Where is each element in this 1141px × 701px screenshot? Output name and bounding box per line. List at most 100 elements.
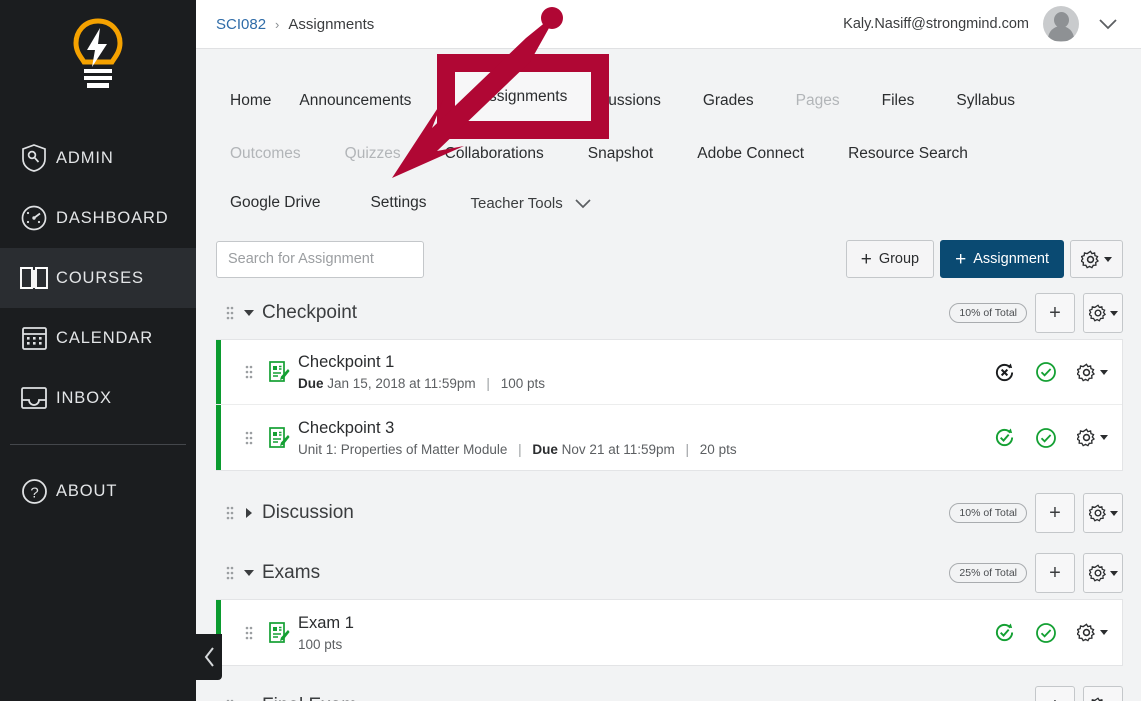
plus-icon: + <box>860 248 872 270</box>
sync-disabled-icon[interactable] <box>994 362 1015 383</box>
gear-icon <box>1088 504 1106 522</box>
tab-grades[interactable]: Grades <box>689 84 768 118</box>
sidebar-collapse-button[interactable] <box>196 634 222 680</box>
assignment-row-actions <box>994 361 1122 383</box>
tab-syllabus[interactable]: Syllabus <box>942 84 1029 118</box>
add-group-label: Group <box>878 251 920 267</box>
sidebar-item-admin[interactable]: ADMIN <box>0 128 196 188</box>
sidebar-item-label: ABOUT <box>56 481 118 500</box>
inbox-icon <box>12 385 56 411</box>
assignments-options-button[interactable] <box>1070 240 1123 278</box>
drag-handle-icon[interactable] <box>222 306 238 320</box>
calendar-icon <box>12 324 56 352</box>
sidebar-item-inbox[interactable]: INBOX <box>0 368 196 428</box>
tab-resource-search[interactable]: Resource Search <box>834 137 982 171</box>
gear-icon <box>1088 564 1106 582</box>
assignment-row[interactable]: Checkpoint 3 Unit 1: Properties of Matte… <box>216 405 1122 470</box>
question-circle-icon: ? <box>12 478 56 505</box>
drag-handle-icon[interactable] <box>222 506 238 520</box>
tab-files[interactable]: Files <box>868 84 929 118</box>
drag-handle-icon[interactable] <box>238 365 260 379</box>
assignment-row[interactable]: Exam 1 100 pts <box>216 600 1122 665</box>
group-header-checkpoint: Checkpoint 10% of Total + <box>216 287 1123 339</box>
tab-home[interactable]: Home <box>216 84 285 118</box>
search-input[interactable] <box>216 240 424 278</box>
assignment-row-actions <box>994 427 1122 449</box>
meta-separator: | <box>685 441 690 457</box>
top-header-bar: SCI082 › Assignments Kaly.Nasiff@strongm… <box>196 0 1141 49</box>
caret-down-icon <box>244 570 254 576</box>
sidebar-item-dashboard[interactable]: DASHBOARD <box>0 188 196 248</box>
assignment-title[interactable]: Checkpoint 3 <box>298 419 737 438</box>
group-options-button[interactable] <box>1083 493 1123 533</box>
group-title: Exams <box>262 562 321 583</box>
group-add-assignment-button[interactable]: + <box>1035 686 1075 701</box>
tab-adobe-connect[interactable]: Adobe Connect <box>683 137 818 171</box>
assignment-row[interactable]: Checkpoint 1 Due Jan 15, 2018 at 11:59pm… <box>216 340 1122 405</box>
group-options-button[interactable] <box>1083 686 1123 701</box>
published-check-icon[interactable] <box>1035 622 1057 644</box>
group-title: Final Exam <box>262 695 357 701</box>
tab-collaborations[interactable]: Collaborations <box>431 137 558 171</box>
sync-enabled-icon[interactable] <box>994 622 1015 643</box>
avatar[interactable] <box>1043 6 1079 42</box>
drag-handle-icon[interactable] <box>238 431 260 445</box>
global-sidebar: ADMIN DASHBOARD COURSES CALENDAR INBOX ?… <box>0 0 196 701</box>
tab-google-drive[interactable]: Google Drive <box>216 186 334 220</box>
user-menu-button[interactable] <box>1093 13 1123 35</box>
group-options-button[interactable] <box>1083 293 1123 333</box>
app-logo[interactable] <box>0 0 196 118</box>
assignments-toolbar: + Group + Assignment <box>196 227 1141 285</box>
breadcrumb-current-page: Assignments <box>288 15 375 33</box>
tab-snapshot[interactable]: Snapshot <box>574 137 668 171</box>
published-check-icon[interactable] <box>1035 427 1057 449</box>
published-indicator-bar <box>216 340 221 404</box>
caret-down-icon <box>1109 510 1118 516</box>
group-collapse-toggle[interactable] <box>238 508 260 518</box>
tab-announcements[interactable]: Announcements <box>285 84 425 118</box>
sidebar-item-about[interactable]: ? ABOUT <box>0 461 196 521</box>
group-add-assignment-button[interactable]: + <box>1035 293 1075 333</box>
assignment-title[interactable]: Checkpoint 1 <box>298 353 545 372</box>
sidebar-nav-list: ADMIN DASHBOARD COURSES CALENDAR INBOX ?… <box>0 128 196 521</box>
group-collapse-toggle[interactable] <box>238 310 260 316</box>
due-label: Due <box>298 376 324 391</box>
assignment-options-button[interactable] <box>1077 623 1108 642</box>
assignment-points: 20 pts <box>699 441 737 457</box>
course-nav-row-2: Outcomes Quizzes Collaborations Snapshot… <box>196 129 1141 179</box>
group-body-exams: Exam 1 100 pts <box>216 599 1123 666</box>
assignment-title[interactable]: Exam 1 <box>298 614 354 633</box>
drag-handle-icon[interactable] <box>222 566 238 580</box>
tab-pages[interactable]: Pages <box>782 84 854 118</box>
add-group-button[interactable]: + Group <box>845 240 935 278</box>
teacher-tools-dropdown[interactable]: Teacher Tools <box>456 187 606 220</box>
group-actions: + <box>1035 686 1123 701</box>
course-nav-row-3: Google Drive Settings Teacher Tools <box>196 179 1141 227</box>
caret-down-icon <box>1100 369 1108 375</box>
sync-enabled-icon[interactable] <box>994 427 1015 448</box>
gauge-icon <box>12 204 56 232</box>
main-content: SCI082 › Assignments Kaly.Nasiff@strongm… <box>196 0 1141 701</box>
group-add-assignment-button[interactable]: + <box>1035 493 1075 533</box>
group-weight-badge: 10% of Total <box>949 503 1027 523</box>
sidebar-item-courses[interactable]: COURSES <box>0 248 196 308</box>
add-assignment-button[interactable]: + Assignment <box>940 240 1064 278</box>
group-collapse-toggle[interactable] <box>238 570 260 576</box>
tab-settings[interactable]: Settings <box>356 186 440 220</box>
tab-assignments[interactable]: Assignments <box>437 54 609 139</box>
group-options-button[interactable] <box>1083 553 1123 593</box>
gear-icon <box>1077 623 1095 642</box>
published-check-icon[interactable] <box>1035 361 1057 383</box>
drag-handle-icon[interactable] <box>238 626 260 640</box>
tab-quizzes[interactable]: Quizzes <box>331 137 415 171</box>
breadcrumb-course-link[interactable]: SCI082 <box>216 16 266 33</box>
group-actions: 10% of Total + <box>949 493 1123 533</box>
group-body-checkpoint: Checkpoint 1 Due Jan 15, 2018 at 11:59pm… <box>216 339 1123 471</box>
group-add-assignment-button[interactable]: + <box>1035 553 1075 593</box>
sidebar-item-calendar[interactable]: CALENDAR <box>0 308 196 368</box>
published-indicator-bar <box>216 405 221 470</box>
tab-outcomes[interactable]: Outcomes <box>216 137 315 171</box>
caret-down-icon <box>1109 570 1118 576</box>
assignment-options-button[interactable] <box>1077 428 1108 447</box>
assignment-options-button[interactable] <box>1077 362 1108 382</box>
